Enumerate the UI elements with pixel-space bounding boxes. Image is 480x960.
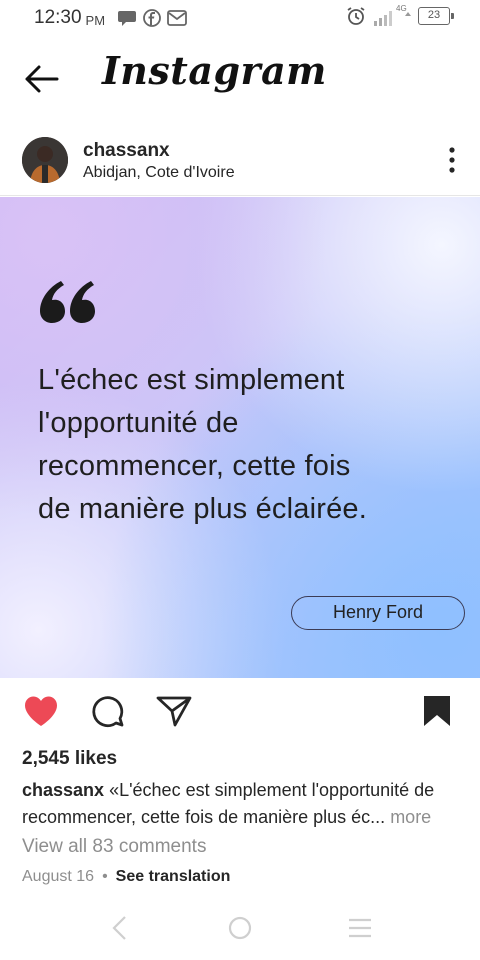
heart-icon: [25, 696, 57, 726]
nav-menu-icon: [349, 918, 371, 938]
status-time: 12:30: [34, 7, 82, 28]
see-translation-link[interactable]: See translation: [116, 868, 231, 886]
post-header: chassanx Abidjan, Cote d'Ivoire: [0, 128, 480, 196]
avatar[interactable]: [22, 137, 68, 183]
notification-icons: [117, 9, 187, 27]
back-button[interactable]: [22, 62, 62, 98]
network-label: 4G: [396, 4, 407, 13]
alarm-icon: [347, 7, 365, 25]
post-date: August 16: [22, 868, 95, 885]
signal-indicator: 4G: [372, 4, 407, 26]
nav-back-icon: [112, 916, 126, 940]
facebook-icon: [143, 9, 161, 27]
nav-menu-button[interactable]: [346, 914, 374, 947]
like-button[interactable]: [22, 694, 60, 733]
nav-home-icon: [228, 916, 252, 940]
post-meta: August 16 • See translation: [22, 868, 230, 886]
quote-line: L'échec est simplement: [38, 364, 345, 396]
post-username[interactable]: chassanx: [83, 140, 170, 162]
share-button[interactable]: [155, 694, 193, 733]
quote-mark-icon: [40, 281, 95, 323]
message-icon: [118, 11, 137, 26]
post-actions: [0, 690, 480, 736]
quote-line: recommencer, cette fois: [38, 450, 351, 482]
status-ampm: PM: [85, 12, 106, 28]
view-comments-link[interactable]: View all 83 comments: [22, 836, 206, 858]
system-navigation-bar: [0, 900, 480, 960]
quote-line: de manière plus éclairée.: [38, 493, 368, 525]
bookmark-icon: [424, 696, 450, 726]
arrow-left-icon: [25, 65, 59, 93]
status-bar: 12:30 PM 4G 23: [0, 0, 480, 36]
gmail-icon: [167, 10, 187, 26]
instagram-logo: Instagram: [102, 48, 327, 93]
send-icon: [156, 696, 192, 727]
system-icons: 4G 23: [346, 4, 454, 26]
battery-icon: 23: [418, 7, 454, 25]
avatar-photo: [22, 137, 68, 183]
post-location[interactable]: Abidjan, Cote d'Ivoire: [83, 164, 235, 182]
save-button[interactable]: [422, 694, 452, 733]
comment-icon: [92, 696, 124, 728]
nav-home-button[interactable]: [227, 914, 253, 947]
caption-more-link[interactable]: more: [390, 807, 431, 827]
caption: chassanx «L'échec est simplement l'oppor…: [22, 777, 462, 831]
post-options-button[interactable]: [446, 146, 458, 174]
quote-author: Henry Ford: [291, 596, 465, 630]
likes-count[interactable]: 2,545 likes: [22, 748, 117, 770]
post-image[interactable]: L'échec est simplement l'opportunité de …: [0, 197, 480, 678]
nav-back-button[interactable]: [108, 914, 132, 947]
quote-line: l'opportunité de: [38, 407, 239, 439]
separator-dot: •: [102, 868, 108, 885]
quote-text: L'échec est simplement l'opportunité de …: [38, 359, 458, 531]
signal-icon: [374, 11, 392, 26]
comment-button[interactable]: [89, 694, 127, 735]
more-vertical-icon: [449, 147, 455, 173]
app-header: Instagram: [0, 40, 480, 120]
caption-username[interactable]: chassanx: [22, 780, 104, 800]
